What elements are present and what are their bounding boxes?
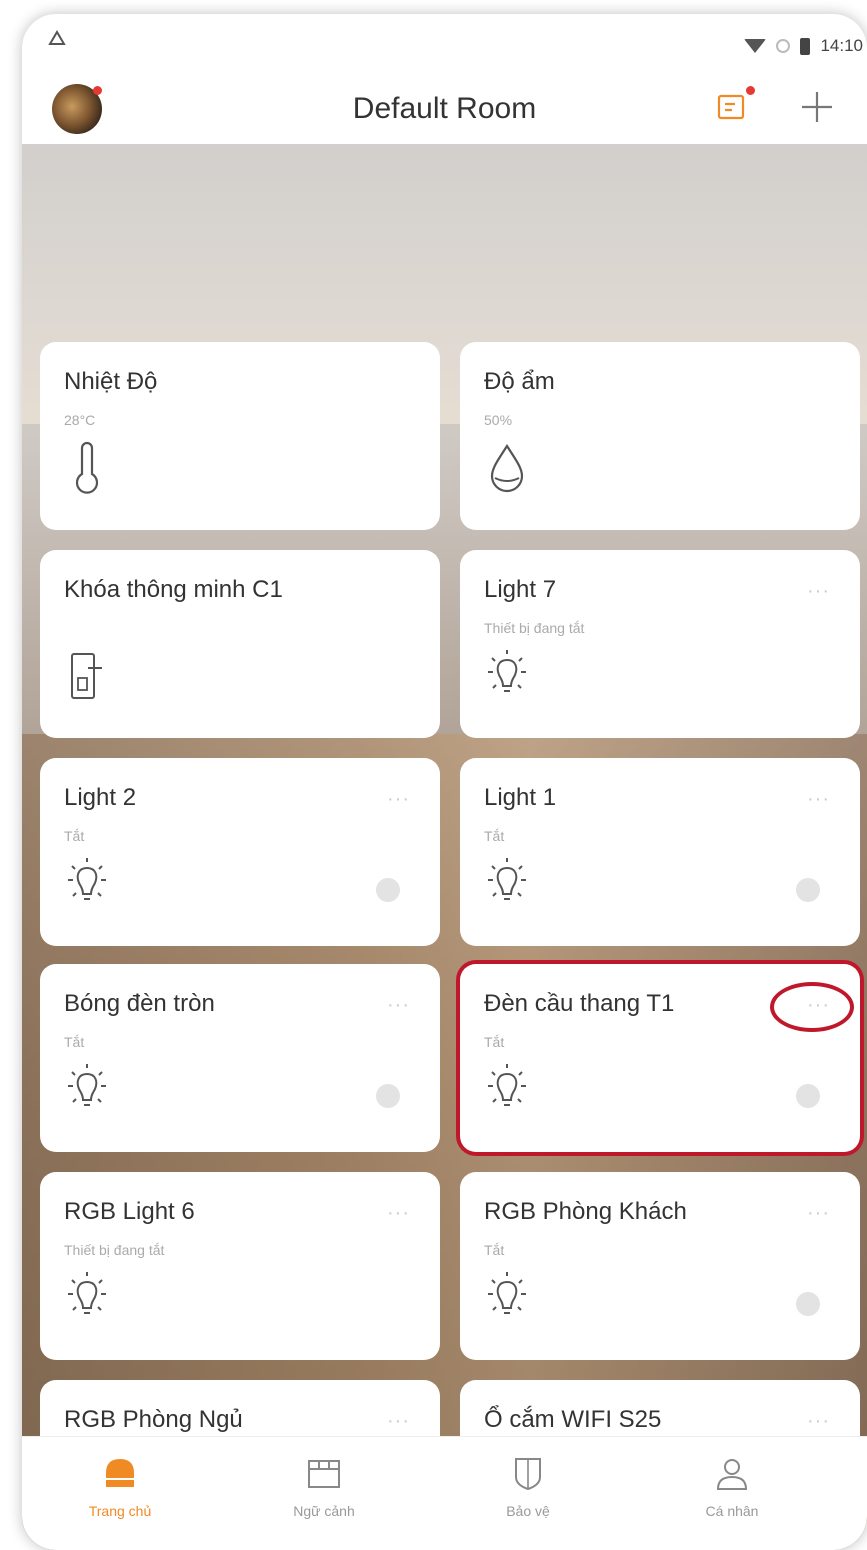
more-options-icon[interactable]: ···: [807, 1202, 830, 1225]
tab-label: Trang chủ: [88, 1503, 152, 1519]
device-name: RGB Phòng Ngủ: [64, 1406, 243, 1433]
device-name: Ổ cắm WIFI S25: [484, 1406, 662, 1433]
scene-icon: [308, 1460, 340, 1488]
device-name: RGB Phòng Khách: [484, 1198, 687, 1225]
tab-label: Cá nhân: [705, 1503, 759, 1519]
device-status: Tắt: [64, 828, 85, 844]
device-card[interactable]: Light 2 Tắt ···: [40, 758, 440, 946]
bulb-icon: [488, 1064, 526, 1106]
more-options-icon[interactable]: ···: [387, 994, 410, 1017]
device-card[interactable]: Bóng đèn tròn Tắt ···: [40, 964, 440, 1152]
device-name: Độ ẩm: [484, 368, 555, 395]
power-toggle[interactable]: [376, 1084, 400, 1108]
bulb-icon: [488, 650, 526, 692]
tab-0[interactable]: Trang chủ: [40, 1453, 200, 1519]
device-status: Thiết bị đang tắt: [64, 1242, 165, 1258]
device-name: Khóa thông minh C1: [64, 576, 283, 603]
device-name: Light 2: [64, 784, 137, 811]
device-name: Light 1: [484, 784, 557, 811]
bulb-icon: [488, 1272, 526, 1314]
device-name: Đèn cầu thang T1: [484, 990, 675, 1017]
device-status: 28°C: [64, 412, 96, 428]
device-card[interactable]: Light 7 Thiết bị đang tắt ···: [460, 550, 860, 738]
bottom-tab-bar: Trang chủ Ngữ cảnh Bảo vệ Cá nhân: [22, 1436, 867, 1550]
more-options-icon[interactable]: ···: [387, 1202, 410, 1225]
device-status: Tắt: [484, 1034, 505, 1050]
device-card[interactable]: RGB Phòng Khách Tắt ···: [460, 1172, 860, 1360]
bulb-icon: [68, 858, 106, 900]
thermometer-icon: [75, 441, 99, 494]
device-name: Light 7: [484, 576, 557, 603]
more-options-icon[interactable]: ···: [807, 1410, 830, 1433]
device-card[interactable]: Nhiệt Độ 28°C: [40, 342, 440, 530]
power-toggle[interactable]: [796, 878, 820, 902]
more-options-icon[interactable]: ···: [807, 788, 830, 811]
more-options-icon[interactable]: ···: [387, 788, 410, 811]
tab-1[interactable]: Ngữ cảnh: [244, 1453, 404, 1519]
bulb-icon: [68, 1272, 106, 1314]
device-name: Bóng đèn tròn: [64, 990, 215, 1017]
power-toggle[interactable]: [796, 1292, 820, 1316]
device-status: Tắt: [484, 828, 505, 844]
shield-icon: [515, 1458, 541, 1491]
bulb-icon: [488, 858, 526, 900]
device-name: RGB Light 6: [64, 1198, 195, 1225]
device-status: Thiết bị đang tắt: [484, 620, 585, 636]
person-icon: [716, 1459, 748, 1490]
tab-label: Bảo vệ: [506, 1503, 550, 1519]
power-toggle[interactable]: [796, 1084, 820, 1108]
water-drop-icon: [490, 443, 524, 493]
smart-lock-icon: [71, 653, 102, 699]
device-card[interactable]: RGB Light 6 Thiết bị đang tắt ···: [40, 1172, 440, 1360]
device-card[interactable]: Khóa thông minh C1: [40, 550, 440, 738]
device-name: Nhiệt Độ: [64, 368, 158, 395]
device-card[interactable]: Độ ẩm 50%: [460, 342, 860, 530]
home-icon: [106, 1459, 134, 1487]
tab-3[interactable]: Cá nhân: [652, 1453, 812, 1519]
power-toggle[interactable]: [376, 878, 400, 902]
phone-screen: 14:10 Default Room Nhiệt Độ 28°C Độ ẩm 50% K…: [22, 14, 867, 1550]
device-card[interactable]: Light 1 Tắt ···: [460, 758, 860, 946]
bulb-icon: [68, 1064, 106, 1106]
device-grid: Nhiệt Độ 28°C Độ ẩm 50% Khóa thông minh C1 Li…: [22, 14, 867, 1550]
highlight-ring: [770, 982, 854, 1032]
more-options-icon[interactable]: ···: [807, 580, 830, 603]
device-status: Tắt: [484, 1242, 505, 1258]
device-card[interactable]: Đèn cầu thang T1 Tắt ···: [460, 964, 860, 1152]
device-status: 50%: [484, 412, 513, 428]
tab-label: Ngữ cảnh: [293, 1503, 355, 1519]
tab-2[interactable]: Bảo vệ: [448, 1453, 608, 1519]
device-status: Tắt: [64, 1034, 85, 1050]
more-options-icon[interactable]: ···: [387, 1410, 410, 1433]
